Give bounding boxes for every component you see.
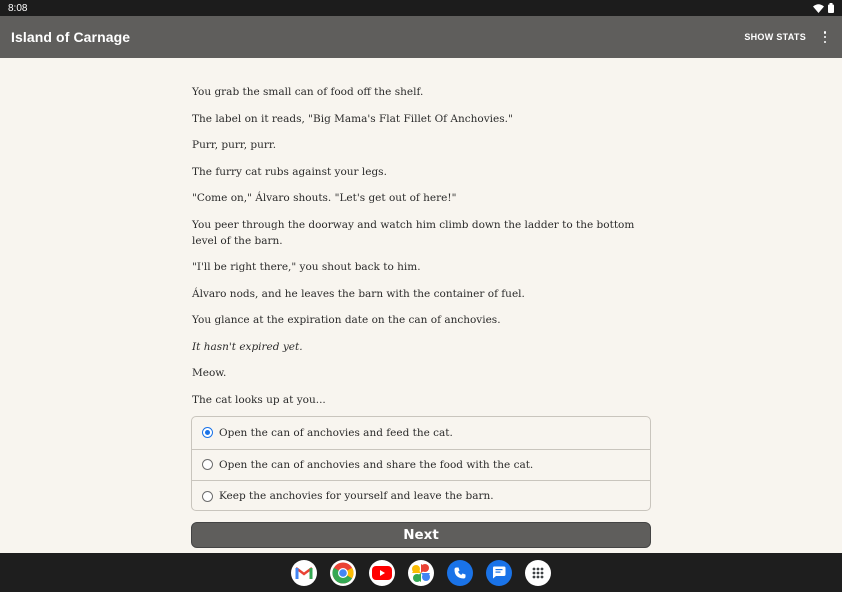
- story-paragraph: The furry cat rubs against your legs.: [192, 165, 387, 178]
- next-button[interactable]: Next: [191, 522, 651, 548]
- choice-label: Open the can of anchovies and share the …: [219, 458, 534, 471]
- story-paragraph: "I'll be right there," you shout back to…: [192, 261, 421, 273]
- story-paragraph-italic: It hasn't expired yet.: [192, 340, 303, 353]
- radio-button[interactable]: [202, 459, 213, 471]
- photos-icon[interactable]: [408, 559, 434, 586]
- app-dock: [0, 553, 842, 592]
- youtube-icon[interactable]: [369, 559, 395, 586]
- story-text: You grab the small can of food off the s…: [192, 84, 652, 418]
- story-paragraph: Álvaro nods, and he leaves the barn with…: [192, 287, 525, 300]
- app-title: Island of Carnage: [11, 29, 131, 45]
- story-paragraph: You peer through the doorway and watch h…: [192, 218, 635, 247]
- choice-option-1[interactable]: Open the can of anchovies and feed the c…: [192, 417, 650, 449]
- app-drawer-icon[interactable]: [525, 559, 551, 586]
- messages-icon[interactable]: [486, 559, 512, 586]
- radio-button-selected[interactable]: [202, 427, 213, 439]
- story-paragraph: You glance at the expiration date on the…: [192, 314, 501, 326]
- status-icons: [813, 3, 834, 13]
- app-actions: SHOW STATS: [744, 30, 830, 44]
- wifi-icon: [813, 3, 824, 13]
- overflow-menu-icon[interactable]: [820, 30, 830, 44]
- choice-label: Open the can of anchovies and feed the c…: [219, 426, 453, 439]
- status-bar: 8:08: [0, 0, 842, 16]
- radio-button[interactable]: [202, 490, 213, 502]
- story-paragraph: "Come on," Álvaro shouts. "Let's get out…: [192, 192, 457, 204]
- choice-list: Open the can of anchovies and feed the c…: [191, 416, 651, 511]
- choice-option-3[interactable]: Keep the anchovies for yourself and leav…: [192, 480, 650, 510]
- show-stats-button[interactable]: SHOW STATS: [744, 32, 806, 42]
- story-paragraph: Meow.: [192, 367, 227, 379]
- battery-icon: [828, 3, 834, 13]
- choice-option-2[interactable]: Open the can of anchovies and share the …: [192, 448, 650, 481]
- story-paragraph: Purr, purr, purr.: [192, 139, 277, 151]
- status-time: 8:08: [8, 2, 28, 14]
- phone-icon[interactable]: [447, 559, 473, 586]
- choice-label: Keep the anchovies for yourself and leav…: [219, 490, 494, 503]
- gmail-icon[interactable]: [291, 559, 317, 586]
- story-paragraph: The cat looks up at you...: [192, 393, 326, 406]
- app-bar: Island of Carnage SHOW STATS: [0, 16, 842, 58]
- chrome-icon[interactable]: [330, 559, 356, 586]
- story-paragraph: The label on it reads, "Big Mama's Flat …: [192, 112, 513, 125]
- story-paragraph: You grab the small can of food off the s…: [192, 86, 424, 98]
